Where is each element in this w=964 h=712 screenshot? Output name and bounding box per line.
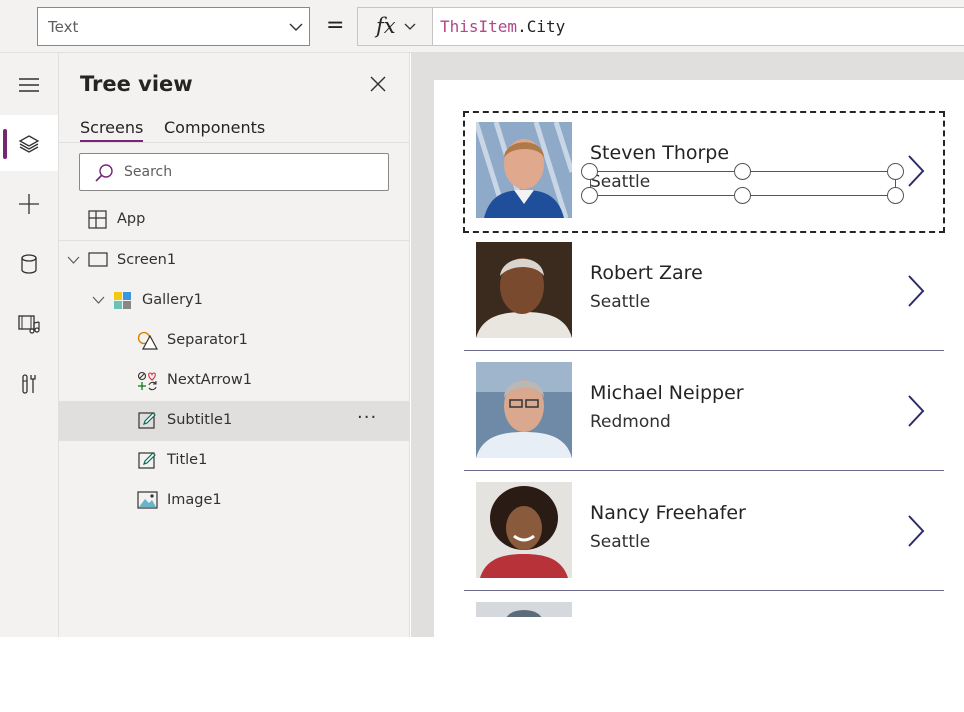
item-subtitle: Seattle <box>590 532 651 552</box>
tree-node-gallery1[interactable]: Gallery1 <box>59 281 409 321</box>
search-box[interactable] <box>79 153 389 191</box>
item-title: Steven Thorpe <box>590 142 730 164</box>
tree-node-label: NextArrow1 <box>167 372 253 388</box>
divider <box>59 142 409 143</box>
chevron-down-icon <box>67 256 80 264</box>
media-icon <box>18 315 40 334</box>
more-options-icon[interactable]: ··· <box>357 407 377 428</box>
tools-icon <box>22 374 36 394</box>
edit-label-icon <box>138 452 156 469</box>
chevron-right-icon[interactable] <box>906 274 926 308</box>
database-icon <box>21 254 37 274</box>
insert-button[interactable] <box>0 175 58 231</box>
tree-node-label: Subtitle1 <box>167 412 233 428</box>
search-icon <box>95 164 113 182</box>
chevron-down-icon <box>92 296 105 304</box>
item-subtitle: Redmond <box>590 412 671 432</box>
fx-button[interactable]: fx <box>357 7 433 46</box>
avatar <box>476 122 572 218</box>
avatar <box>476 602 572 617</box>
formula-property: .City <box>517 17 566 36</box>
tree-node-title1[interactable]: Title1 <box>59 441 409 481</box>
tree-node-subtitle1[interactable]: Subtitle1 ··· <box>59 401 409 441</box>
image-icon <box>137 491 158 509</box>
gallery-item[interactable]: Nancy Freehafer Seattle <box>464 472 944 592</box>
tab-screens[interactable]: Screens <box>80 118 144 142</box>
tools-button[interactable] <box>0 355 58 411</box>
item-separator <box>464 350 944 351</box>
tree-node-label: App <box>117 211 146 227</box>
hamburger-icon <box>19 78 39 92</box>
formula-bar: Text = fx ThisItem.City <box>0 0 964 53</box>
tree-node-label: Separator1 <box>167 332 248 348</box>
plus-icon <box>19 194 39 214</box>
chevron-right-icon[interactable] <box>906 154 926 188</box>
screen1-preview: Steven Thorpe Seattle Robert Zare Seattl… <box>434 80 964 637</box>
screen-icon <box>88 252 108 267</box>
gallery-item[interactable]: Steven Thorpe Seattle <box>463 111 945 233</box>
formula-object: ThisItem <box>440 17 518 36</box>
resize-handle[interactable] <box>734 187 751 204</box>
resize-handle[interactable] <box>887 163 904 180</box>
avatar <box>476 242 572 338</box>
item-title: Robert Zare <box>590 262 703 284</box>
menu-button[interactable] <box>0 56 58 112</box>
icons-control-icon <box>137 371 157 391</box>
item-title: Nancy Freehafer <box>590 502 746 524</box>
resize-handle[interactable] <box>887 187 904 204</box>
chevron-right-icon[interactable] <box>906 394 926 428</box>
tree-node-label: Screen1 <box>117 252 177 268</box>
app-icon <box>88 210 107 229</box>
gallery-item[interactable]: Robert Zare Seattle <box>464 232 944 352</box>
property-dropdown-value: Text <box>48 18 79 36</box>
tree-node-app[interactable]: App <box>59 200 409 240</box>
tab-components[interactable]: Components <box>164 118 265 137</box>
property-dropdown[interactable]: Text <box>37 7 310 46</box>
layers-icon <box>18 135 40 153</box>
left-rail <box>0 53 59 637</box>
fx-icon: fx <box>376 14 396 38</box>
item-separator <box>464 470 944 471</box>
avatar <box>476 482 572 578</box>
shapes-icon <box>137 331 158 350</box>
close-icon[interactable] <box>369 75 387 93</box>
gallery-icon <box>114 292 131 309</box>
item-subtitle: Seattle <box>590 292 651 312</box>
edit-label-icon <box>138 412 156 429</box>
resize-handle[interactable] <box>581 187 598 204</box>
tree-node-label: Title1 <box>167 452 208 468</box>
tree-node-screen1[interactable]: Screen1 <box>59 241 409 281</box>
data-button[interactable] <box>0 235 58 291</box>
tree-node-label: Gallery1 <box>142 292 203 308</box>
gallery-item[interactable]: Michael Neipper Redmond <box>464 352 944 472</box>
chevron-right-icon[interactable] <box>906 514 926 548</box>
search-input[interactable] <box>124 162 374 182</box>
resize-handle[interactable] <box>734 163 751 180</box>
chevron-down-icon <box>289 23 303 31</box>
tree-node-image1[interactable]: Image1 <box>59 481 409 521</box>
formula-text: ThisItem.City <box>440 17 565 36</box>
item-title: Michael Neipper <box>590 382 744 404</box>
chevron-down-icon <box>404 23 416 30</box>
tree-view-panel: Tree view Screens Components App Screen1 <box>59 53 410 637</box>
tree-node-separator1[interactable]: Separator1 <box>59 321 409 361</box>
equals-sign: = <box>326 13 345 38</box>
tree-node-nextarrow1[interactable]: NextArrow1 <box>59 361 409 401</box>
gallery-item[interactable] <box>464 592 944 712</box>
item-separator <box>464 590 944 591</box>
panel-title: Tree view <box>80 72 193 96</box>
tree-view-button[interactable] <box>0 115 58 171</box>
resize-handle[interactable] <box>581 163 598 180</box>
formula-input[interactable]: ThisItem.City <box>432 7 964 46</box>
tree-node-label: Image1 <box>167 492 222 508</box>
media-button[interactable] <box>0 295 58 351</box>
avatar <box>476 362 572 458</box>
